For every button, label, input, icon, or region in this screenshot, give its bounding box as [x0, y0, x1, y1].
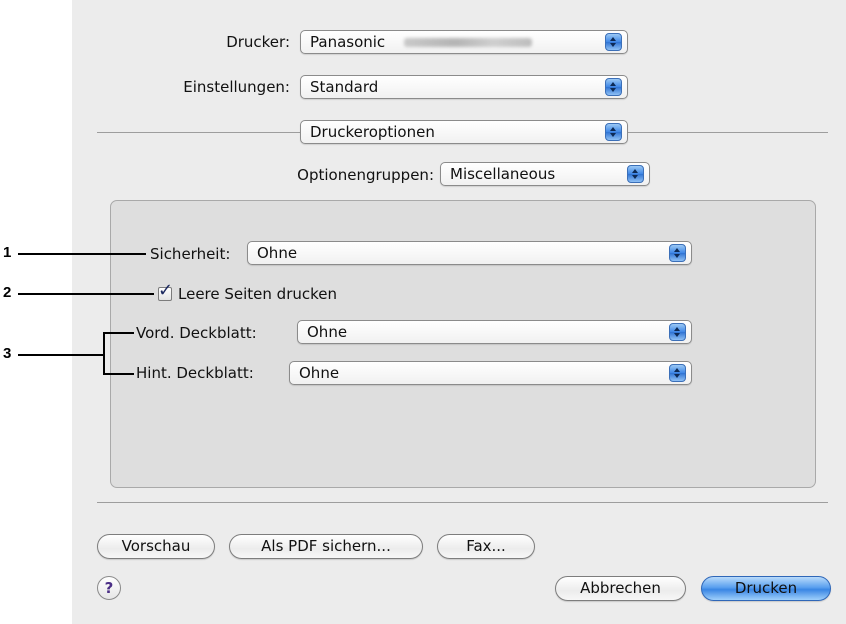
presets-value: Standard	[310, 78, 379, 96]
pane-value: Druckeroptionen	[310, 123, 435, 141]
callout-3-bracket-bottom	[103, 373, 134, 375]
back-cover-label: Hint. Deckblatt:	[136, 364, 254, 382]
printer-value: Panasonic	[310, 33, 386, 51]
save-pdf-button[interactable]: Als PDF sichern...	[229, 534, 423, 559]
popup-arrows-icon	[627, 165, 644, 183]
printer-model-blurred	[404, 38, 532, 47]
presets-label: Einstellungen:	[183, 78, 290, 96]
popup-arrows-icon	[605, 123, 622, 141]
preview-button[interactable]: Vorschau	[97, 534, 215, 559]
popup-arrows-icon	[669, 323, 686, 341]
front-cover-popup[interactable]: Ohne	[297, 320, 692, 344]
fax-button[interactable]: Fax...	[437, 534, 535, 559]
checkmark-icon: ✓	[158, 280, 174, 301]
print-button[interactable]: Drucken	[701, 576, 831, 601]
callout-3-bracket	[103, 332, 105, 374]
front-cover-label: Vord. Deckblatt:	[136, 324, 257, 342]
top-separator-left	[97, 132, 300, 133]
pane-popup[interactable]: Druckeroptionen	[300, 120, 628, 144]
back-cover-value: Ohne	[299, 364, 340, 382]
front-cover-value: Ohne	[307, 323, 348, 341]
callout-2-line	[18, 293, 154, 295]
security-popup[interactable]: Ohne	[247, 241, 692, 265]
callout-1: 1	[3, 244, 12, 261]
security-value: Ohne	[257, 244, 298, 262]
option-groups-label: Optionengruppen:	[297, 166, 434, 184]
help-button[interactable]: ?	[97, 576, 121, 600]
callout-2: 2	[3, 284, 12, 301]
top-separator-right	[628, 132, 828, 133]
callout-3-line	[18, 354, 103, 356]
popup-arrows-icon	[669, 364, 686, 382]
callout-1-line	[18, 253, 146, 255]
printer-label: Drucker:	[226, 33, 290, 51]
option-groups-popup[interactable]: Miscellaneous	[440, 162, 650, 186]
printer-popup[interactable]: Panasonic	[300, 30, 628, 54]
option-groups-value: Miscellaneous	[450, 165, 556, 183]
presets-popup[interactable]: Standard	[300, 75, 628, 99]
blank-pages-checkbox[interactable]: ✓	[158, 282, 173, 301]
popup-arrows-icon	[605, 33, 622, 51]
popup-arrows-icon	[669, 244, 686, 262]
popup-arrows-icon	[605, 78, 622, 96]
back-cover-popup[interactable]: Ohne	[289, 361, 692, 385]
cancel-button[interactable]: Abbrechen	[555, 576, 686, 601]
blank-pages-label: Leere Seiten drucken	[178, 285, 338, 303]
security-label: Sicherheit:	[150, 245, 231, 263]
callout-3-bracket-top	[103, 332, 134, 334]
callout-3: 3	[3, 345, 12, 362]
bottom-separator	[97, 502, 828, 503]
